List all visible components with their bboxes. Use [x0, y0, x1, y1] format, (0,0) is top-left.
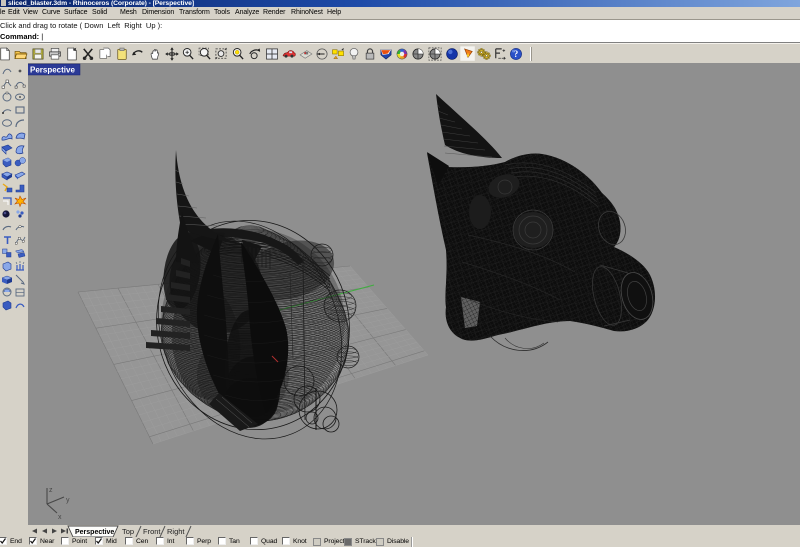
svg-text:Perspective: Perspective: [75, 529, 114, 536]
svg-text:x: x: [58, 514, 62, 521]
svg-text:y: y: [66, 497, 70, 504]
svg-text:Perspective: Perspective: [30, 66, 75, 75]
svg-text:Top: Top: [122, 527, 134, 536]
svg-text:Right: Right: [167, 527, 185, 536]
svg-text:Front: Front: [143, 527, 161, 536]
svg-text:z: z: [49, 487, 53, 494]
